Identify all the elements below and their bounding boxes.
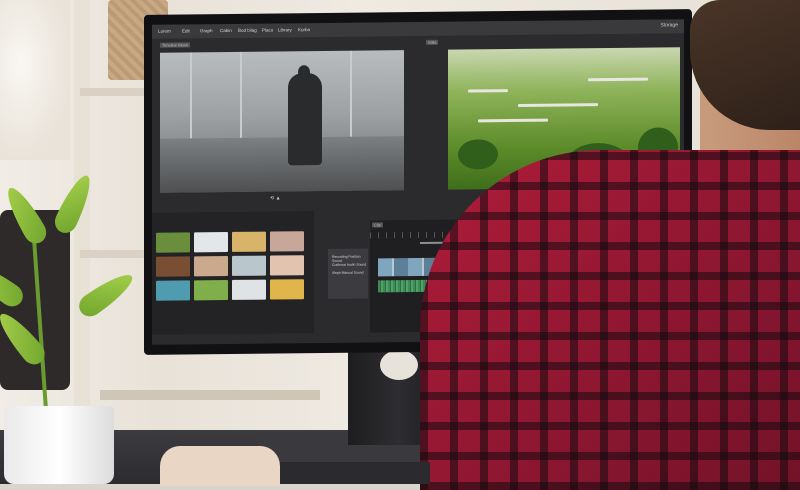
menu-item[interactable]: Edit xyxy=(182,28,190,33)
timeline-tag: Clip xyxy=(372,222,383,228)
media-thumbnail[interactable] xyxy=(270,255,304,276)
menu-item[interactable]: Library xyxy=(278,27,292,32)
shelf-board xyxy=(100,390,320,400)
dance-video-preview[interactable] xyxy=(160,50,404,193)
wall-panel xyxy=(350,50,352,137)
village-road xyxy=(518,103,598,107)
track-label: Aleph Manual Sound xyxy=(332,270,364,275)
media-thumbnail[interactable] xyxy=(232,255,266,276)
media-thumbnail[interactable] xyxy=(156,280,190,301)
menu-item[interactable]: Cabin xyxy=(220,28,232,33)
media-thumbnail[interactable] xyxy=(270,231,304,252)
lamp xyxy=(0,0,70,160)
person-hand xyxy=(160,446,280,486)
media-thumbnail[interactable] xyxy=(194,231,228,253)
keyboard xyxy=(260,462,430,484)
media-thumbnail[interactable] xyxy=(270,279,304,300)
media-thumbnail[interactable] xyxy=(156,256,190,277)
right-preview-tag: Stills xyxy=(426,39,439,45)
wall-panel xyxy=(240,51,242,138)
menu-item[interactable]: Placo xyxy=(262,28,273,33)
wall-panel xyxy=(190,52,192,139)
cable-hole xyxy=(380,350,418,380)
village-road xyxy=(588,77,648,82)
menu-item[interactable]: Lorem xyxy=(158,29,171,34)
media-thumbnail[interactable] xyxy=(194,255,228,277)
media-thumbnail[interactable] xyxy=(194,279,228,301)
media-thumbnail[interactable] xyxy=(232,279,266,300)
menu-item[interactable]: Graph xyxy=(200,28,213,33)
village-road xyxy=(468,89,508,93)
dancer xyxy=(288,73,322,166)
shelf-board xyxy=(80,250,150,258)
shelf-board xyxy=(80,88,150,96)
menu-item[interactable]: Bod bilag xyxy=(238,28,257,33)
plant-pot xyxy=(4,406,114,484)
media-bin xyxy=(152,211,314,335)
tree-cluster xyxy=(458,139,498,170)
left-preview-controls[interactable]: ⟲ ▲ xyxy=(270,195,281,201)
track-labels: Recording Position Sound Cutthroat Audio… xyxy=(328,248,368,299)
village-road xyxy=(478,118,548,123)
track-label: Cutthroat Audio Sound xyxy=(332,262,367,267)
left-preview-tag: Timeline Blonk xyxy=(160,42,191,48)
menu-bar: Lorem Edit Graph Cabin Bod bilag Placo L… xyxy=(152,19,684,39)
storage-label[interactable]: Storage xyxy=(660,22,678,28)
media-thumbnail[interactable] xyxy=(156,232,190,253)
media-thumbnail[interactable] xyxy=(232,231,266,252)
person-plaid-shirt xyxy=(420,150,800,490)
menu-item[interactable]: Kurba xyxy=(298,27,310,32)
floor xyxy=(160,136,404,193)
